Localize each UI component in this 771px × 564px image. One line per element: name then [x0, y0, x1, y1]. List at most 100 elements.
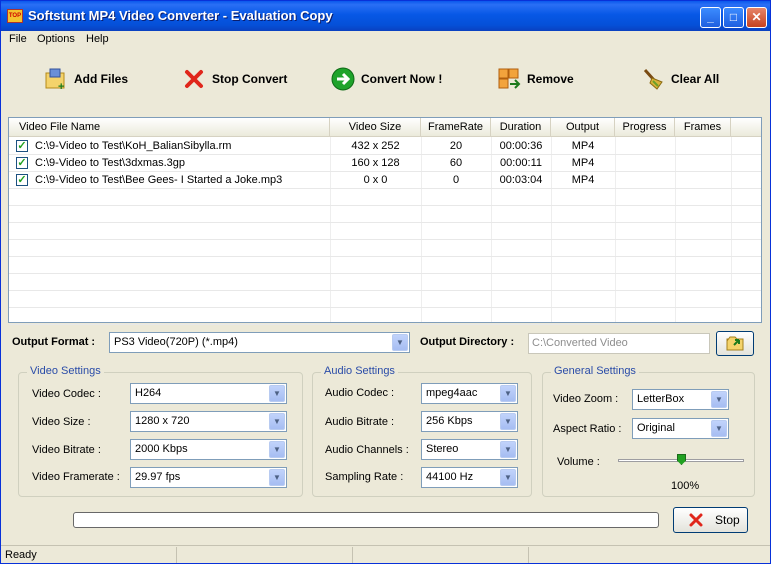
svg-text:+: +: [58, 81, 64, 91]
chevron-down-icon[interactable]: ▼: [711, 420, 727, 437]
status-pane-3: [353, 547, 529, 563]
status-bar: Ready: [1, 545, 770, 563]
video-bitrate-select[interactable]: 2000 Kbps ▼: [130, 439, 287, 460]
column-framerate[interactable]: FrameRate: [421, 118, 491, 137]
menu-options[interactable]: Options: [37, 33, 75, 45]
video-zoom-value: LetterBox: [637, 393, 685, 405]
maximize-button[interactable]: □: [723, 7, 744, 28]
video-settings-title: Video Settings: [27, 365, 104, 377]
duration-cell: 00:00:11: [499, 157, 542, 169]
column-progress[interactable]: Progress: [615, 118, 675, 137]
file-name-cell: C:\9-Video to Test\Bee Gees- I Started a…: [35, 174, 283, 186]
broom-icon: [641, 67, 665, 91]
remove-label: Remove: [527, 72, 574, 86]
minimize-button[interactable]: _: [700, 7, 721, 28]
table-row[interactable]: ✓ C:\9-Video to Test\KoH_BalianSibylla.r…: [9, 138, 761, 155]
menu-bar: File Options Help: [1, 31, 770, 49]
stop-x-icon: [689, 513, 703, 527]
video-zoom-select[interactable]: LetterBox ▼: [632, 389, 729, 410]
menu-help[interactable]: Help: [86, 33, 109, 45]
video-framerate-select[interactable]: 29.97 fps ▼: [130, 467, 287, 488]
title-bar[interactable]: TOP Softstunt MP4 Video Converter - Eval…: [1, 1, 770, 31]
frames-cell: [675, 138, 731, 155]
add-files-label: Add Files: [74, 72, 129, 86]
duration-cell: 00:03:04: [499, 174, 543, 186]
browse-folder-button[interactable]: [716, 331, 754, 356]
general-settings-title: General Settings: [551, 365, 639, 377]
column-video-size[interactable]: Video Size: [330, 118, 421, 137]
sampling-rate-select[interactable]: 44100 Hz ▼: [421, 467, 518, 488]
table-row[interactable]: ✓ C:\9-Video to Test\Bee Gees- I Started…: [9, 172, 761, 189]
audio-codec-label: Audio Codec :: [325, 387, 395, 399]
remove-icon: [497, 67, 521, 91]
sampling-rate-value: 44100 Hz: [426, 471, 474, 483]
status-pane-4: [529, 547, 759, 563]
stop-x-icon: [182, 67, 206, 91]
chevron-down-icon[interactable]: ▼: [269, 385, 285, 402]
chevron-down-icon[interactable]: ▼: [269, 413, 285, 430]
window-title: Softstunt MP4 Video Converter - Evaluati…: [28, 8, 333, 23]
column-frames[interactable]: Frames: [675, 118, 731, 137]
video-size-cell: 160 x 128: [351, 157, 400, 169]
table-row[interactable]: ✓ C:\9-Video to Test\3dxmas.3gp 160 x 12…: [9, 155, 761, 172]
video-zoom-label: Video Zoom :: [553, 393, 619, 405]
frames-cell: [675, 172, 731, 189]
row-checkbox[interactable]: ✓: [16, 174, 28, 186]
file-list[interactable]: Video File Name Video Size FrameRate Dur…: [8, 117, 762, 325]
file-list-body: ✓ C:\9-Video to Test\KoH_BalianSibylla.r…: [9, 138, 761, 325]
column-output[interactable]: Output: [551, 118, 615, 137]
audio-channels-select[interactable]: Stereo ▼: [421, 439, 518, 460]
chevron-down-icon[interactable]: ▼: [500, 469, 516, 486]
output-format-value: PS3 Video(720P) (*.mp4): [114, 336, 238, 348]
column-duration[interactable]: Duration: [491, 118, 551, 137]
output-format-select[interactable]: PS3 Video(720P) (*.mp4) ▼: [109, 332, 410, 353]
video-size-cell: 432 x 252: [351, 140, 400, 152]
output-directory-field[interactable]: C:\Converted Video: [528, 333, 710, 354]
app-icon: TOP: [7, 9, 23, 23]
convert-now-button[interactable]: Convert Now !: [331, 64, 442, 94]
menu-file[interactable]: File: [9, 33, 27, 45]
aspect-ratio-label: Aspect Ratio :: [553, 423, 622, 435]
remove-button[interactable]: Remove: [497, 64, 574, 94]
clear-all-button[interactable]: Clear All: [641, 64, 719, 94]
chevron-down-icon[interactable]: ▼: [269, 469, 285, 486]
framerate-cell: 20: [449, 140, 463, 152]
file-name-cell: C:\9-Video to Test\3dxmas.3gp: [35, 157, 186, 169]
status-pane-2: [177, 547, 353, 563]
output-directory-label: Output Directory :: [420, 336, 515, 348]
progress-cell: [615, 138, 675, 155]
column-video-file-name[interactable]: Video File Name: [9, 118, 330, 137]
clear-all-label: Clear All: [671, 72, 720, 86]
audio-codec-select[interactable]: mpeg4aac ▼: [421, 383, 518, 404]
video-size-cell: 0 x 0: [363, 174, 388, 186]
chevron-down-icon[interactable]: ▼: [500, 385, 516, 402]
close-button[interactable]: ✕: [746, 7, 767, 28]
chevron-down-icon[interactable]: ▼: [269, 441, 285, 458]
framerate-cell: 60: [449, 157, 463, 169]
output-cell: MP4: [571, 140, 595, 152]
convert-arrow-icon: [331, 67, 355, 91]
volume-label: Volume :: [557, 456, 600, 468]
stop-button[interactable]: Stop: [673, 507, 748, 533]
aspect-ratio-select[interactable]: Original ▼: [632, 418, 729, 439]
video-codec-value: H264: [135, 387, 162, 399]
audio-channels-label: Audio Channels :: [325, 444, 409, 456]
video-size-select[interactable]: 1280 x 720 ▼: [130, 411, 287, 432]
chevron-down-icon[interactable]: ▼: [500, 441, 516, 458]
video-codec-select[interactable]: H264 ▼: [130, 383, 287, 404]
row-checkbox[interactable]: ✓: [16, 157, 28, 169]
video-framerate-value: 29.97 fps: [135, 471, 181, 483]
audio-settings-title: Audio Settings: [321, 365, 398, 377]
chevron-down-icon[interactable]: ▼: [500, 413, 516, 430]
add-files-button[interactable]: + Add Files: [44, 64, 128, 94]
status-text: Ready: [1, 547, 177, 563]
chevron-down-icon[interactable]: ▼: [392, 334, 408, 351]
chevron-down-icon[interactable]: ▼: [711, 391, 727, 408]
video-size-label: Video Size :: [32, 416, 91, 428]
row-checkbox[interactable]: ✓: [16, 140, 28, 152]
volume-value: 100%: [671, 480, 700, 492]
file-name-cell: C:\9-Video to Test\KoH_BalianSibylla.rm: [35, 140, 232, 152]
audio-bitrate-select[interactable]: 256 Kbps ▼: [421, 411, 518, 432]
stop-convert-button[interactable]: Stop Convert: [182, 64, 287, 94]
framerate-cell: 0: [452, 174, 460, 186]
